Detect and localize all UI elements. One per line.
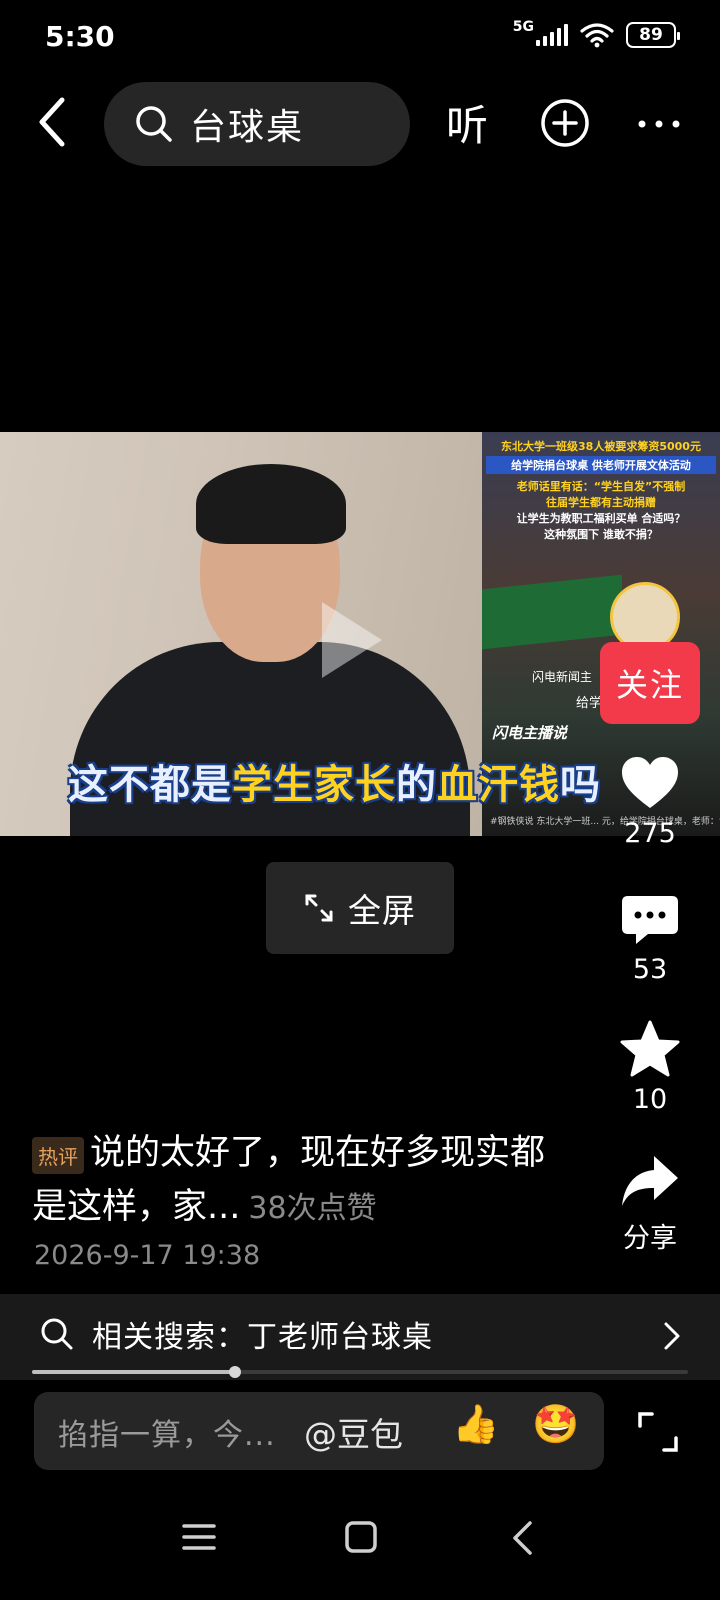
video-progress-handle[interactable]: [229, 1366, 241, 1378]
inset-headline: 东北大学一班级38人被要求筹资5000元: [501, 440, 701, 453]
hot-comment-likes: 38次点赞: [248, 1191, 377, 1226]
mention-doubao-button[interactable]: @豆包: [304, 1408, 403, 1456]
battery-level: 89: [639, 25, 663, 45]
back-icon[interactable]: [30, 94, 74, 150]
star-icon[interactable]: [618, 1018, 682, 1082]
favorite-action[interactable]: 10: [590, 1018, 710, 1115]
signal-icon: [536, 24, 568, 46]
search-query: 台球桌: [190, 107, 305, 148]
heart-icon[interactable]: [618, 752, 682, 816]
comment-input[interactable]: 掐指一算，今... @豆包 👍 🤩: [34, 1392, 604, 1470]
chevron-right-icon: [664, 1322, 680, 1350]
inset-headline: 这种氛围下 谁敢不捐？: [544, 528, 658, 541]
fullscreen-label: 全屏: [348, 891, 416, 930]
status-time: 5:30: [45, 20, 115, 53]
share-label: 分享: [623, 1223, 677, 1254]
wifi-icon: [580, 23, 614, 48]
comment-input-placeholder: 掐指一算，今...: [58, 1418, 276, 1453]
video-progress-fill: [32, 1370, 235, 1374]
like-count: 275: [624, 818, 676, 849]
speaker-hair: [196, 464, 346, 544]
fullscreen-icon: [305, 894, 333, 922]
expand-icon[interactable]: [636, 1410, 680, 1454]
top-nav: 台球桌 听: [0, 80, 720, 166]
thumbs-up-emoji-icon[interactable]: 👍: [452, 1402, 499, 1447]
like-action[interactable]: 275: [590, 752, 710, 849]
pool-table-image: [482, 574, 622, 650]
fullscreen-button[interactable]: 全屏: [266, 862, 454, 954]
inset-headline: 让学生为教职工福利买单 合适吗？: [516, 512, 686, 525]
search-icon: [41, 1318, 73, 1350]
related-search-content: 相关搜索：丁老师台球桌: [40, 1312, 433, 1356]
related-search-text: 相关搜索：丁老师台球桌: [92, 1320, 433, 1355]
inset-headline: 给学院捐台球桌 供老师开展文体活动: [486, 456, 716, 474]
inset-brand: 闪电新闻主: [532, 670, 593, 684]
play-icon[interactable]: [322, 602, 382, 678]
status-indicators: 5G 89: [512, 19, 680, 48]
back-nav-icon[interactable]: [510, 1520, 534, 1556]
hot-comment-date: 2026-9-17 19:38: [34, 1240, 261, 1271]
inset-headline: 老师话里有话：“学生自发”不强制: [516, 480, 686, 493]
video-subtitle: 这不都是学生家长的血汗钱吗: [68, 762, 601, 808]
comment-icon[interactable]: [618, 888, 682, 952]
star-eyes-emoji-icon[interactable]: 🤩: [532, 1402, 579, 1447]
menu-icon[interactable]: [182, 1522, 216, 1552]
comment-count: 53: [632, 954, 668, 985]
related-search-bar[interactable]: 相关搜索：丁老师台球桌: [0, 1294, 720, 1380]
comment-action[interactable]: 53: [590, 888, 710, 985]
hot-comment-badge: 热评: [32, 1137, 84, 1174]
follow-button[interactable]: 关注: [600, 642, 700, 724]
system-navigation-bar: [0, 1500, 720, 1600]
search-input[interactable]: 台球桌: [104, 82, 410, 166]
hot-comment[interactable]: 热评 说的太好了，现在好多现实都是这样，家... 38次点赞: [32, 1126, 572, 1234]
battery-icon: 89: [626, 22, 680, 48]
favorite-count: 10: [632, 1084, 668, 1115]
share-icon[interactable]: [618, 1150, 682, 1214]
more-icon[interactable]: [634, 104, 684, 144]
video-progress-bar[interactable]: [32, 1366, 688, 1378]
home-icon[interactable]: [344, 1520, 378, 1554]
share-action[interactable]: 分享: [590, 1150, 710, 1255]
add-icon[interactable]: [540, 98, 590, 148]
inset-logo: 闪电主播说: [492, 724, 568, 742]
inset-headline: 往届学生都有主动捐赠: [546, 496, 656, 509]
listen-button[interactable]: 听: [446, 92, 488, 153]
status-bar: 5:30 5G 89: [0, 0, 720, 78]
network-type: 5G: [512, 19, 534, 35]
search-icon: [136, 106, 172, 142]
